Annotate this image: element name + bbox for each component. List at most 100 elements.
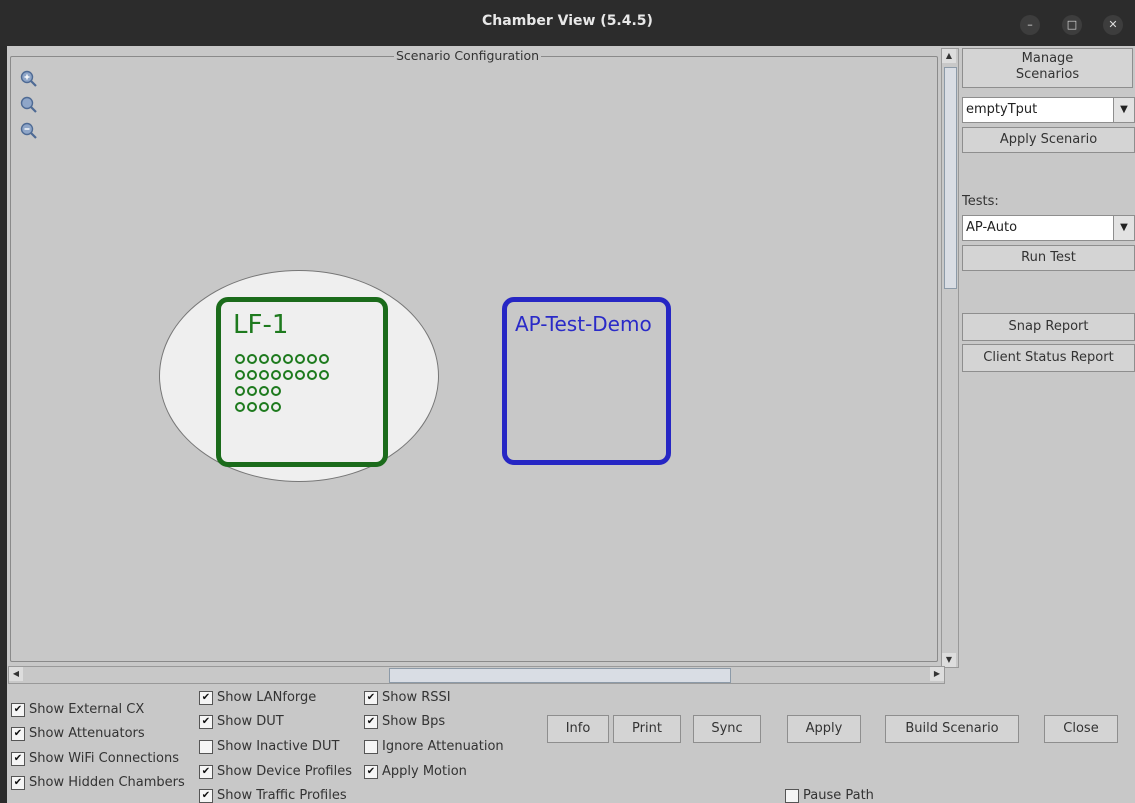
- maximize-button[interactable]: □: [1062, 15, 1082, 35]
- close-button[interactable]: Close: [1044, 715, 1118, 743]
- snap-report-button[interactable]: Snap Report: [962, 313, 1135, 341]
- chevron-down-icon[interactable]: ▼: [1113, 98, 1134, 122]
- show-device-profiles-checkbox[interactable]: ✔ Show Device Profiles: [199, 764, 352, 779]
- info-button[interactable]: Info: [547, 715, 609, 743]
- port-dot-icon: [271, 386, 281, 396]
- scroll-up-arrow-icon[interactable]: ▲: [942, 49, 956, 63]
- show-lanforge-checkbox[interactable]: ✔ Show LANforge: [199, 690, 316, 705]
- ap-test-demo-node[interactable]: AP-Test-Demo: [502, 297, 671, 465]
- port-dot-icon: [235, 354, 245, 364]
- checkbox-box[interactable]: ✔: [11, 775, 25, 790]
- port-dot-row: [235, 354, 375, 370]
- horizontal-scroll-thumb[interactable]: [389, 668, 731, 683]
- checkbox-label: Show External CX: [29, 702, 145, 717]
- port-dot-icon: [283, 370, 293, 380]
- port-dot-icon: [247, 370, 257, 380]
- test-select[interactable]: AP-Auto ▼: [962, 215, 1135, 241]
- vertical-scroll-thumb[interactable]: [944, 67, 957, 289]
- ignore-attenuation-checkbox[interactable]: Ignore Attenuation: [364, 739, 504, 754]
- checkbox-label: Show RSSI: [382, 690, 451, 705]
- horizontal-scrollbar[interactable]: ◀ ▶: [8, 666, 945, 684]
- apply-motion-checkbox[interactable]: ✔ Apply Motion: [364, 764, 467, 779]
- run-test-button[interactable]: Run Test: [962, 245, 1135, 271]
- checkbox-label: Show Attenuators: [29, 726, 145, 741]
- checkbox-box[interactable]: ✔: [11, 751, 25, 766]
- zoom-reset-icon[interactable]: [20, 96, 38, 114]
- zoom-out-icon[interactable]: [20, 122, 38, 140]
- checkbox-label: Show LANforge: [217, 690, 317, 705]
- port-dot-icon: [271, 354, 281, 364]
- scroll-down-arrow-icon[interactable]: ▼: [942, 653, 956, 667]
- chevron-down-icon[interactable]: ▼: [1113, 216, 1134, 240]
- client-area: Scenario Configuration LF-1 AP-Test-Demo: [7, 46, 1135, 803]
- show-inactive-dut-checkbox[interactable]: Show Inactive DUT: [199, 739, 339, 754]
- checkbox-box[interactable]: ✔: [11, 726, 25, 741]
- port-dot-icon: [283, 354, 293, 364]
- scroll-right-arrow-icon[interactable]: ▶: [930, 667, 944, 681]
- port-dot-icon: [259, 386, 269, 396]
- show-hidden-chambers-checkbox[interactable]: ✔ Show Hidden Chambers: [11, 775, 185, 790]
- port-dot-icon: [319, 354, 329, 364]
- port-dot-icon: [247, 402, 257, 412]
- checkbox-label: Show Traffic Profiles: [217, 788, 347, 803]
- show-external-cx-checkbox[interactable]: ✔ Show External CX: [11, 702, 144, 717]
- canvas-legend: Scenario Configuration: [394, 48, 542, 63]
- checkbox-label: Show Bps: [382, 714, 446, 729]
- port-dot-icon: [259, 354, 269, 364]
- checkbox-label: Show Device Profiles: [217, 764, 352, 779]
- checkbox-box[interactable]: ✔: [364, 690, 378, 705]
- show-attenuators-checkbox[interactable]: ✔ Show Attenuators: [11, 726, 145, 741]
- show-wifi-connections-checkbox[interactable]: ✔ Show WiFi Connections: [11, 751, 179, 766]
- show-bps-checkbox[interactable]: ✔ Show Bps: [364, 714, 445, 729]
- checkbox-box[interactable]: [199, 739, 213, 754]
- checkbox-label: Apply Motion: [382, 764, 467, 779]
- port-dot-icon: [307, 354, 317, 364]
- port-dot-row: [235, 370, 375, 386]
- port-dot-icon: [247, 386, 257, 396]
- scroll-left-arrow-icon[interactable]: ◀: [9, 667, 23, 681]
- show-traffic-profiles-checkbox[interactable]: ✔ Show Traffic Profiles: [199, 788, 347, 803]
- client-status-report-button[interactable]: Client Status Report: [962, 344, 1135, 372]
- sync-button[interactable]: Sync: [693, 715, 761, 743]
- checkbox-box[interactable]: ✔: [364, 714, 378, 729]
- checkbox-label: Pause Path: [803, 788, 874, 803]
- canvas-border: [10, 56, 938, 662]
- manage-scenarios-button[interactable]: Manage Scenarios: [962, 48, 1133, 88]
- show-dut-checkbox[interactable]: ✔ Show DUT: [199, 714, 284, 729]
- show-rssi-checkbox[interactable]: ✔ Show RSSI: [364, 690, 451, 705]
- checkbox-box[interactable]: [785, 788, 799, 803]
- port-dot-row: [235, 402, 375, 418]
- checkbox-label: Ignore Attenuation: [382, 739, 504, 754]
- checkbox-box[interactable]: ✔: [199, 714, 213, 729]
- port-dot-icon: [259, 402, 269, 412]
- ap-test-demo-label: AP-Test-Demo: [515, 312, 652, 336]
- scenario-canvas[interactable]: Scenario Configuration LF-1 AP-Test-Demo: [8, 48, 940, 666]
- lf-1-node[interactable]: LF-1: [216, 297, 388, 467]
- tests-label: Tests:: [962, 194, 999, 209]
- scenario-select[interactable]: emptyTput ▼: [962, 97, 1135, 123]
- apply-button[interactable]: Apply: [787, 715, 861, 743]
- checkbox-label: Show Inactive DUT: [217, 739, 340, 754]
- pause-path-checkbox[interactable]: Pause Path: [785, 788, 874, 803]
- port-dot-icon: [271, 370, 281, 380]
- checkbox-box[interactable]: ✔: [199, 788, 213, 803]
- print-button[interactable]: Print: [613, 715, 681, 743]
- checkbox-box[interactable]: ✔: [11, 702, 25, 717]
- title-bar: Chamber View (5.4.5) – □ ✕: [0, 0, 1135, 46]
- port-dot-icon: [319, 370, 329, 380]
- port-dot-icon: [235, 370, 245, 380]
- port-dot-icon: [295, 354, 305, 364]
- checkbox-box[interactable]: ✔: [199, 764, 213, 779]
- zoom-in-icon[interactable]: [20, 70, 38, 88]
- checkbox-box[interactable]: ✔: [364, 764, 378, 779]
- window-title: Chamber View (5.4.5): [482, 13, 653, 29]
- checkbox-box[interactable]: ✔: [199, 690, 213, 705]
- apply-scenario-button[interactable]: Apply Scenario: [962, 127, 1135, 153]
- checkbox-box[interactable]: [364, 739, 378, 754]
- close-window-button[interactable]: ✕: [1103, 15, 1123, 35]
- build-scenario-button[interactable]: Build Scenario: [885, 715, 1019, 743]
- vertical-scrollbar[interactable]: ▲ ▼: [941, 48, 959, 668]
- port-dot-icon: [271, 402, 281, 412]
- checkbox-label: Show DUT: [217, 714, 284, 729]
- minimize-button[interactable]: –: [1020, 15, 1040, 35]
